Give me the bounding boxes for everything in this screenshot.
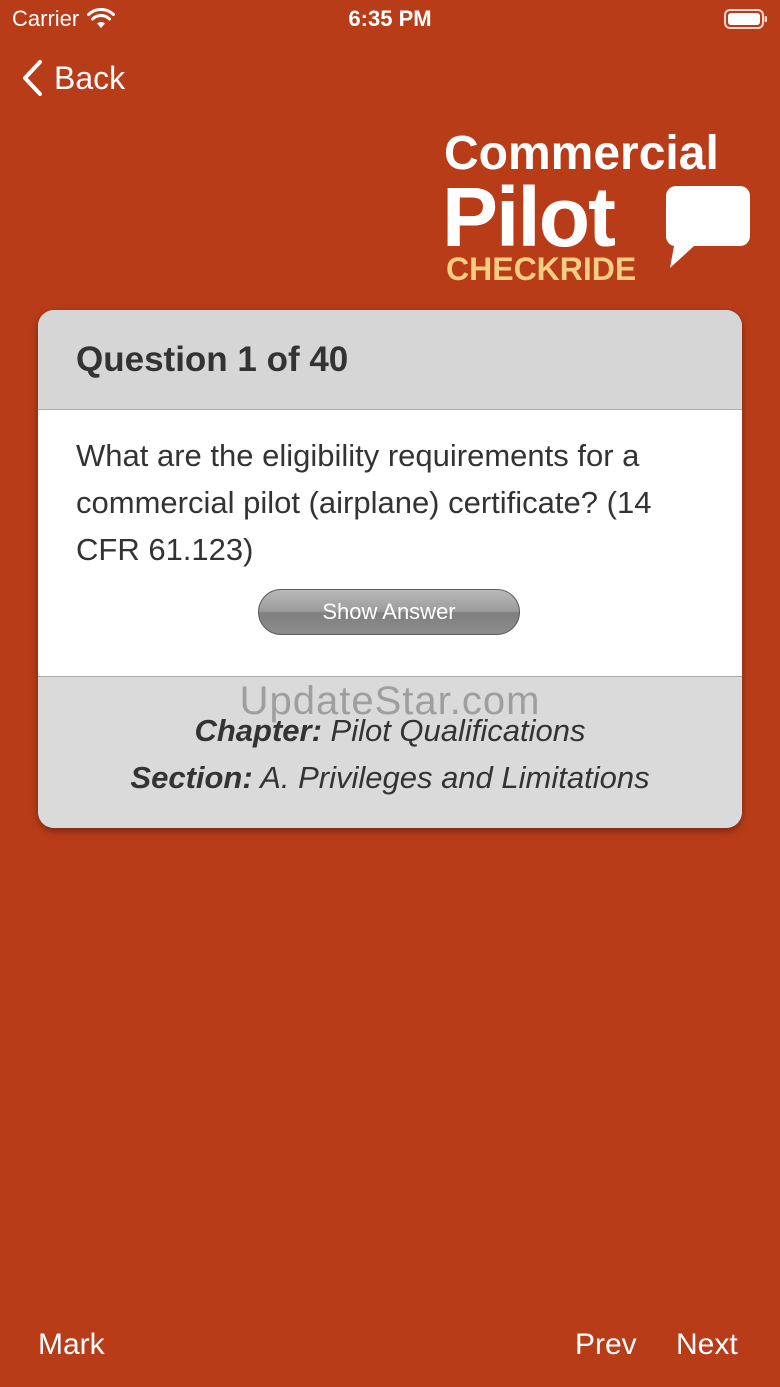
mark-button[interactable]: Mark [38,1328,105,1362]
section-value: A. Privileges and Limitations [252,760,650,795]
logo-line-checkride: CHECKRIDE [446,251,637,287]
card-header: Question 1 of 40 [38,310,742,410]
chevron-left-icon [23,60,42,96]
card-footer: UpdateStar.com Chapter: Pilot Qualificat… [38,677,742,828]
speech-bubble-icon [665,186,750,268]
chapter-label: Chapter: [194,713,322,748]
section-label: Section: [130,760,253,795]
back-label: Back [54,59,126,96]
card-body: What are the eligibility requirements fo… [38,410,742,677]
question-text: What are the eligibility requirements fo… [76,438,652,567]
section-line: Section: A. Privileges and Limitations [38,760,742,796]
prev-button[interactable]: Prev [575,1328,637,1362]
battery-icon [724,9,767,29]
back-button[interactable]: Back [20,58,125,98]
app-logo: Commercial Pilot CHECKRIDE [442,128,750,293]
logo-line-pilot: Pilot [442,170,616,264]
question-card: Question 1 of 40 What are the eligibilit… [38,310,742,828]
chapter-value: Pilot Qualifications [321,713,586,748]
question-title: Question 1 of 40 [76,340,349,379]
status-time: 6:35 PM [348,6,432,31]
next-button[interactable]: Next [676,1328,738,1362]
chapter-line: Chapter: Pilot Qualifications [38,713,742,749]
status-bar: Carrier 6:35 PM [0,0,780,40]
show-answer-button[interactable]: Show Answer [258,589,520,635]
